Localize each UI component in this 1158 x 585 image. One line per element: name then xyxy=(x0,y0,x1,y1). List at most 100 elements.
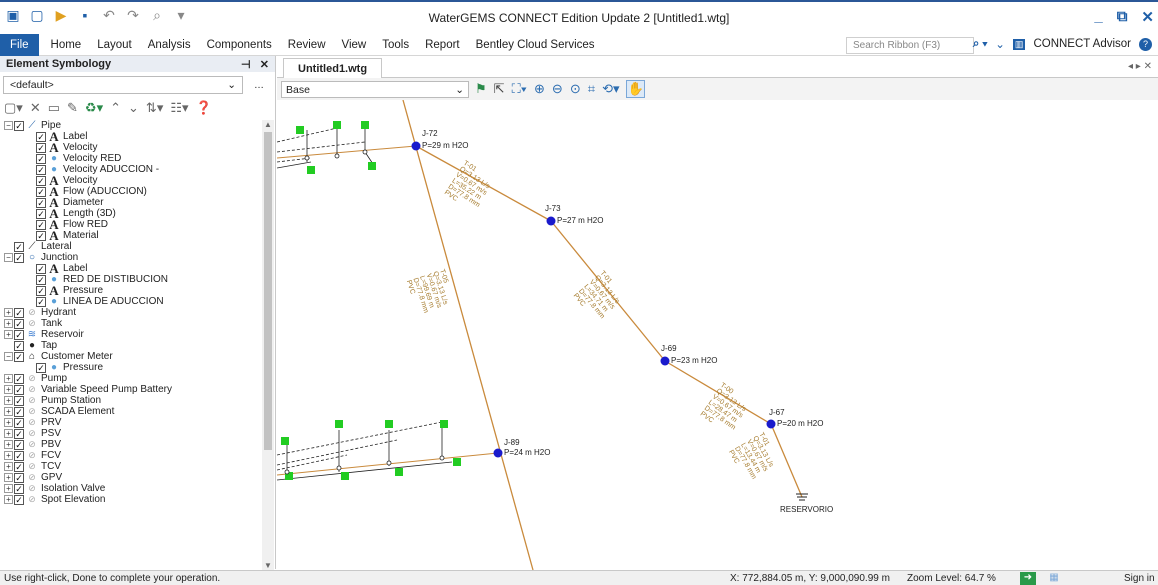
tree-item[interactable]: + ✓ ⊘ Variable Speed Pump Battery xyxy=(0,384,262,395)
scenario-manager-icon[interactable]: ⚑ xyxy=(475,81,487,97)
junction-node[interactable] xyxy=(493,448,503,458)
collapse-icon[interactable]: − xyxy=(4,352,13,361)
expand-icon[interactable]: + xyxy=(4,473,13,482)
expand-icon[interactable]: + xyxy=(4,429,13,438)
tap-node[interactable] xyxy=(386,460,392,466)
visibility-checkbox[interactable]: ✓ xyxy=(14,241,24,252)
visibility-checkbox[interactable]: ✓ xyxy=(36,164,46,175)
junction-node[interactable] xyxy=(660,356,670,366)
new-icon[interactable]: ▢▾ xyxy=(4,100,23,116)
tree-item[interactable]: ✓ A Material xyxy=(0,229,262,242)
scroll-up-icon[interactable]: ▲ xyxy=(262,120,274,129)
collapse-icon[interactable]: − xyxy=(4,121,13,130)
customer-meter-node[interactable] xyxy=(335,420,343,428)
tap-node[interactable] xyxy=(362,149,368,155)
visibility-checkbox[interactable]: ✓ xyxy=(36,274,46,285)
pipe-annotation[interactable]: T-01Q=3.13 L/sV=0.67 m/sL=35.22 mD=77.8 … xyxy=(443,160,497,215)
connect-advisor-button[interactable]: CONNECT Advisor xyxy=(1033,38,1131,50)
visibility-checkbox[interactable]: ✓ xyxy=(14,428,24,439)
restore-icon[interactable]: ⧉ xyxy=(1117,8,1128,26)
expand-icon[interactable]: + xyxy=(4,407,13,416)
visibility-checkbox[interactable]: ✓ xyxy=(14,472,24,483)
minimize-icon[interactable]: _ xyxy=(1094,8,1102,26)
chevron-right-icon[interactable]: ▸ xyxy=(1136,61,1141,72)
expand-icon[interactable]: + xyxy=(4,440,13,449)
tab-home[interactable]: Home xyxy=(43,34,90,56)
tree-item[interactable]: ✓ ● Velocity ADUCCION - xyxy=(0,164,262,175)
tab-file[interactable]: File xyxy=(0,33,39,56)
tree-item[interactable]: ✓ A Label xyxy=(0,262,262,275)
visibility-checkbox[interactable]: ✓ xyxy=(36,362,46,373)
tab-layout[interactable]: Layout xyxy=(89,34,140,56)
visibility-checkbox[interactable]: ✓ xyxy=(36,208,46,219)
expand-icon[interactable]: + xyxy=(4,396,13,405)
tree-item[interactable]: ✓ A Flow RED xyxy=(0,218,262,231)
visibility-checkbox[interactable]: ✓ xyxy=(14,395,24,406)
tree-item[interactable]: ✓ ● Pressure xyxy=(0,362,262,373)
tree-item[interactable]: + ✓ ⊘ PBV xyxy=(0,439,262,450)
visibility-checkbox[interactable]: ✓ xyxy=(14,373,24,384)
customer-meter-node[interactable] xyxy=(368,162,376,170)
search-ribbon-input[interactable]: Search Ribbon (F3) xyxy=(846,37,974,54)
tree-item[interactable]: ✓ ⟋ Lateral xyxy=(0,241,262,252)
visibility-checkbox[interactable]: ✓ xyxy=(36,296,46,307)
tap-node[interactable] xyxy=(284,469,290,475)
customer-meter-node[interactable] xyxy=(341,472,349,480)
tree-item[interactable]: ✓ ● RED DE DISTIBUCION xyxy=(0,274,262,285)
scenario-select[interactable]: Base ⌄ xyxy=(281,80,469,98)
expand-icon[interactable]: + xyxy=(4,385,13,394)
sort-icon[interactable]: ⇅▾ xyxy=(146,100,163,116)
collapse-icon[interactable]: − xyxy=(4,253,13,262)
junction-node[interactable] xyxy=(546,216,556,226)
tree-item[interactable]: ✓ A Length (3D) xyxy=(0,207,262,220)
chevron-left-icon[interactable]: ◂ xyxy=(1128,61,1133,72)
zoom-previous-icon[interactable]: ⌗ xyxy=(588,81,595,97)
symbology-definition-select[interactable]: <default> ⌄ xyxy=(3,76,243,94)
junction-node[interactable] xyxy=(411,141,421,151)
customer-meter-node[interactable] xyxy=(440,420,448,428)
customer-meter-node[interactable] xyxy=(361,121,369,129)
expand-icon[interactable]: + xyxy=(4,319,13,328)
visibility-checkbox[interactable]: ✓ xyxy=(36,186,46,197)
collapse-icon[interactable]: ⌃ xyxy=(110,100,121,116)
chevron-down-icon[interactable]: ⌄ xyxy=(995,37,1005,51)
tree-item[interactable]: − ✓ ⟋ Pipe xyxy=(0,120,262,131)
pan-icon[interactable]: ✋ xyxy=(626,80,645,98)
visibility-checkbox[interactable]: ✓ xyxy=(14,384,24,395)
close-icon[interactable]: ✕ xyxy=(1141,8,1154,26)
customer-meter-node[interactable] xyxy=(307,166,315,174)
tree-item[interactable]: ✓ ● Tap xyxy=(0,340,262,351)
tap-node[interactable] xyxy=(334,153,340,159)
tree-item[interactable]: + ✓ ⊘ PRV xyxy=(0,417,262,428)
expand-icon[interactable]: + xyxy=(4,495,13,504)
visibility-checkbox[interactable]: ✓ xyxy=(14,340,24,351)
visibility-checkbox[interactable]: ✓ xyxy=(14,329,24,340)
visibility-checkbox[interactable]: ✓ xyxy=(14,252,24,263)
expand-icon[interactable]: + xyxy=(4,451,13,460)
tap-node[interactable] xyxy=(304,155,310,161)
close-icon[interactable]: ✕ xyxy=(1144,61,1152,72)
expand-icon[interactable]: + xyxy=(4,484,13,493)
expand-icon[interactable]: + xyxy=(4,308,13,317)
tree-item[interactable]: ✓ A Diameter xyxy=(0,196,262,209)
tree-item[interactable]: ✓ A Flow (ADUCCION) xyxy=(0,185,262,198)
tap-node[interactable] xyxy=(439,455,445,461)
expand-icon[interactable]: + xyxy=(4,374,13,383)
tab-analysis[interactable]: Analysis xyxy=(140,34,199,56)
tree-item[interactable]: + ✓ ⊘ Pump Station xyxy=(0,395,262,406)
tree-item[interactable]: + ✓ ⊘ SCADA Element xyxy=(0,406,262,417)
network-drawing[interactable]: J-72 P=29 m H2O J-73 P=27 m H2O J-69 P=23 m H… xyxy=(276,99,1158,571)
tree-item[interactable]: ✓ A Velocity xyxy=(0,174,262,187)
visibility-checkbox[interactable]: ✓ xyxy=(36,153,46,164)
zoom-out-icon[interactable]: ⊖ xyxy=(552,81,563,97)
tree-item[interactable]: ✓ ● Velocity RED xyxy=(0,153,262,164)
search-icon[interactable]: ⌕ ▾ xyxy=(973,38,987,51)
visibility-checkbox[interactable]: ✓ xyxy=(14,120,24,131)
expand-icon[interactable]: ⌄ xyxy=(128,100,139,116)
tree-item[interactable]: − ✓ ⌂ Customer Meter xyxy=(0,351,262,362)
expand-icon[interactable]: + xyxy=(4,418,13,427)
zoom-extents-icon[interactable]: ⛶▾ xyxy=(512,81,527,97)
visibility-checkbox[interactable]: ✓ xyxy=(14,461,24,472)
sign-in-link[interactable]: Sign in xyxy=(1124,573,1155,584)
tree-options-icon[interactable]: ☷▾ xyxy=(170,100,188,116)
